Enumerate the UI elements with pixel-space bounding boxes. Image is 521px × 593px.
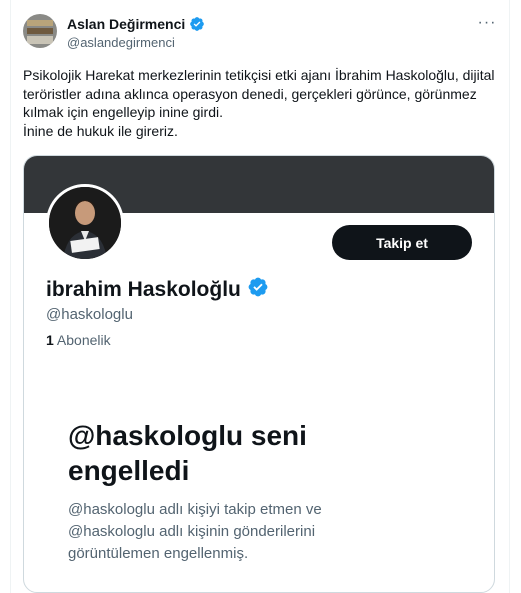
verified-badge-icon (247, 276, 269, 303)
profile-handle: @haskologlu (46, 306, 133, 323)
verified-badge-icon (189, 16, 205, 32)
profile-display-name: ibrahim Haskoloğlu (46, 277, 241, 301)
blocked-title: @haskologlu seni engelledi (68, 420, 307, 486)
author-avatar[interactable] (23, 14, 57, 48)
following-count-label: Abonelik (56, 332, 111, 348)
tweet-header: Aslan Değirmenci @aslandegirmenci ··· (23, 14, 497, 54)
embedded-screenshot[interactable]: Takip et ibrahim Haskoloğlu @haskologlu … (23, 155, 495, 593)
tweet-card: Aslan Değirmenci @aslandegirmenci ··· Ps… (10, 0, 510, 593)
blocked-description: @haskologlu adlı kişiyi takip etmen ve @… (68, 501, 322, 562)
follow-button[interactable]: Takip et (332, 225, 472, 260)
profile-name-row: ibrahim Haskoloğlu (46, 276, 269, 303)
more-horizontal-icon[interactable]: ··· (477, 15, 497, 36)
following-count-value: 1 (46, 332, 54, 348)
author-handle[interactable]: @aslandegirmenci (67, 35, 175, 50)
following-count: 1 Abonelik (46, 332, 111, 348)
author-display-name[interactable]: Aslan Değirmenci (67, 16, 185, 32)
profile-avatar (46, 184, 124, 262)
tweet-text: Psikolojik Harekat merkezlerinin tetikçi… (23, 67, 495, 139)
author-name-row: Aslan Değirmenci (67, 16, 205, 32)
